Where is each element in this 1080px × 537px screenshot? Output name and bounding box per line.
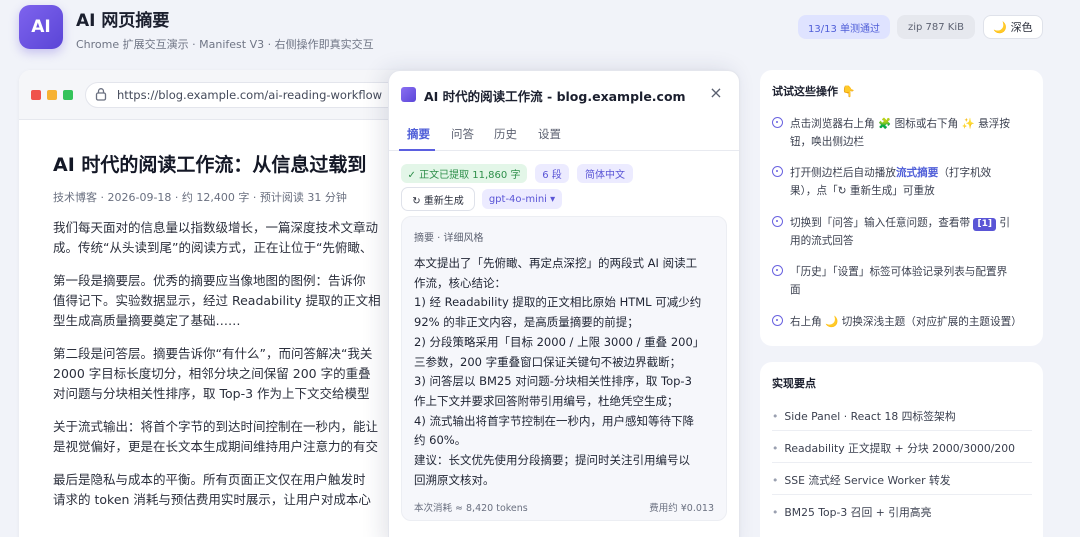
panel-title: AI 时代的阅读工作流 - blog.example.com <box>424 89 686 104</box>
app-logo: AI <box>19 5 63 49</box>
step-text: 点击浏览器右上角 🧩 图标或右下角 ✨ 悬浮按 钮，唤出侧边栏 <box>790 118 1010 148</box>
step-text: 右上角 🌙 切换深浅主题（对应扩展的主题设置） <box>790 316 1022 328</box>
step-item: 「历史」「设置」标签可体验记录列表与配置界 面 <box>772 263 1037 299</box>
list-item: BM25 Top-3 召回 + 引用高亮 <box>772 504 931 520</box>
try-actions-title: 试试这些操作 👇 <box>772 85 856 98</box>
step-text: 「历史」「设置」标签可体验记录列表与配置界 面 <box>790 266 1008 296</box>
app-header: AI AI 网页摘要 Chrome 扩展交互演示 · Manifest V3 ·… <box>0 0 1080 70</box>
tests-badge: 13/13 单测通过 <box>798 15 890 39</box>
close-window-dot[interactable] <box>31 90 41 100</box>
panel-tabs: 摘要 问答 历史 设置 <box>389 121 739 151</box>
list-item: Readability 正文提取 + 分块 2000/3000/200 <box>772 440 1015 456</box>
zip-size-badge: zip 787 KiB <box>897 15 975 39</box>
citation-badge: [1] <box>973 218 996 231</box>
extension-side-panel: AI 时代的阅读工作流 - blog.example.com × 摘要 问答 历… <box>388 70 740 537</box>
list-item: SSE 流式经 Service Worker 转发 <box>772 472 950 488</box>
try-actions-card: 试试这些操作 👇 点击浏览器右上角 🧩 图标或右下角 ✨ 悬浮按 钮，唤出侧边栏… <box>760 70 1043 346</box>
extracted-status-chip: ✓ 正文已提取 11,860 字 <box>401 164 527 183</box>
implementation-points-card: 实现要点 Side Panel · React 18 四标签架构 Readabi… <box>760 362 1043 537</box>
list-item: Side Panel · React 18 四标签架构 <box>772 408 955 424</box>
step-text: 打开侧边栏后自动播放流式摘要（打字机效 果），点「↻ 重新生成」可重放 <box>790 167 992 197</box>
divider <box>772 430 1032 431</box>
extension-icon <box>401 87 416 102</box>
tab-settings[interactable]: 设置 <box>538 126 561 142</box>
token-usage: 本次消耗 ≈ 8,420 tokens <box>414 503 528 514</box>
cost-estimate: 费用约 ¥0.013 <box>649 503 714 514</box>
model-select[interactable]: gpt-4o-mini ▾ <box>482 189 562 209</box>
segments-chip: 6 段 <box>535 164 569 183</box>
tab-history[interactable]: 历史 <box>494 126 517 142</box>
minimize-window-dot[interactable] <box>47 90 57 100</box>
step-bullet-icon <box>772 216 783 227</box>
step-bullet-icon <box>772 265 783 276</box>
app-subtitle: Chrome 扩展交互演示 · Manifest V3 · 右侧操作即真实交互 <box>76 38 374 51</box>
panel-header: AI 时代的阅读工作流 - blog.example.com × <box>389 71 739 117</box>
close-icon[interactable]: × <box>707 84 725 102</box>
tab-qa[interactable]: 问答 <box>451 126 474 142</box>
step-bullet-icon <box>772 315 783 326</box>
active-tab-indicator <box>399 149 435 151</box>
step-text: 切换到「问答」输入任意问题，查看带 [1] 引 用的流式回答 <box>790 217 1010 247</box>
summary-label: 摘要 · 详细风格 <box>414 233 484 244</box>
step-item: 切换到「问答」输入任意问题，查看带 [1] 引 用的流式回答 <box>772 214 1037 250</box>
step-bullet-icon <box>772 117 783 128</box>
step-item: 打开侧边栏后自动播放流式摘要（打字机效 果），点「↻ 重新生成」可重放 <box>772 164 1037 200</box>
app-title: AI 网页摘要 <box>76 11 170 31</box>
tab-summary[interactable]: 摘要 <box>407 126 430 142</box>
streaming-summary-link: 流式摘要 <box>895 167 939 179</box>
lock-icon <box>95 88 107 101</box>
divider <box>772 462 1032 463</box>
summary-box: 摘要 · 详细风格 本文提出了「先俯瞰、再定点深挖」的两段式 AI 阅读工 作流… <box>401 216 727 521</box>
summary-text: 本文提出了「先俯瞰、再定点深挖」的两段式 AI 阅读工 作流，核心结论： 1) … <box>414 256 705 487</box>
step-item: 右上角 🌙 切换深浅主题（对应扩展的主题设置） <box>772 313 1037 331</box>
divider <box>772 494 1032 495</box>
theme-toggle-button[interactable]: 🌙 深色 <box>983 15 1043 39</box>
step-bullet-icon <box>772 166 783 177</box>
maximize-window-dot[interactable] <box>63 90 73 100</box>
implementation-points-title: 实现要点 <box>772 377 816 390</box>
language-chip[interactable]: 简体中文 <box>577 164 633 183</box>
step-item: 点击浏览器右上角 🧩 图标或右下角 ✨ 悬浮按 钮，唤出侧边栏 <box>772 115 1037 151</box>
regenerate-button[interactable]: ↻ 重新生成 <box>401 187 475 211</box>
